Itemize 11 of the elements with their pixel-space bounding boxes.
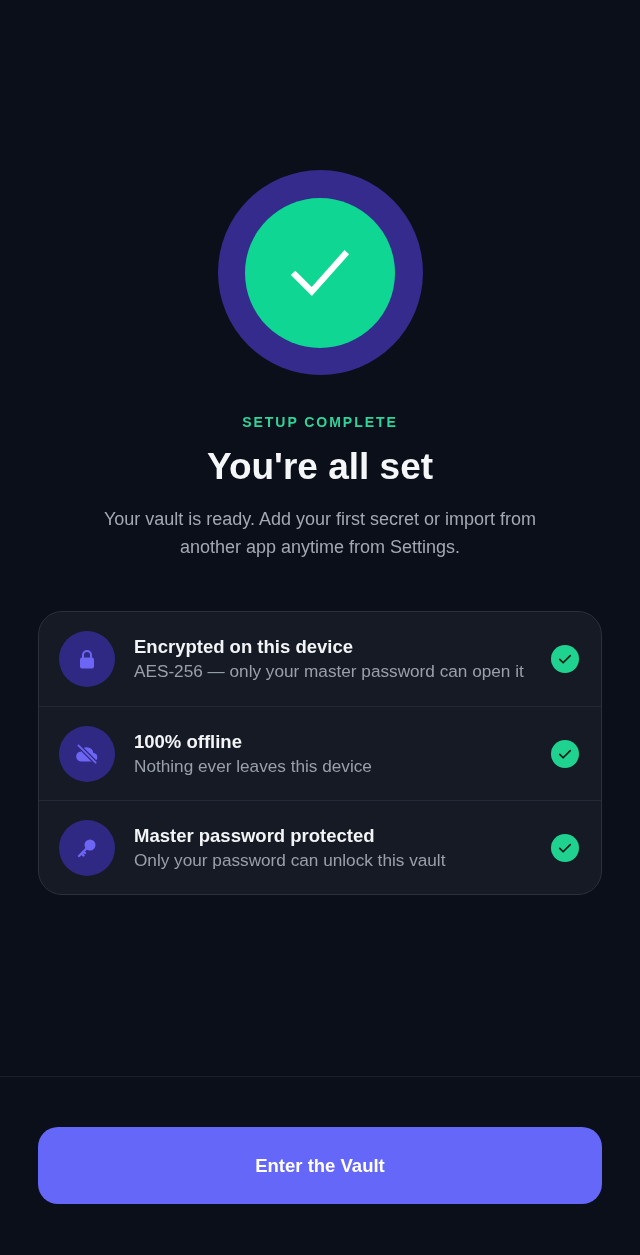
enter-vault-button[interactable]: Enter the Vault <box>38 1127 602 1204</box>
feature-description: Nothing ever leaves this device <box>134 754 373 778</box>
status-label: SETUP COMPLETE <box>242 413 398 432</box>
page-title: You're all set <box>206 445 434 489</box>
lock-icon <box>59 631 115 687</box>
feature-title: Encrypted on this device <box>134 635 354 659</box>
page-subtitle: Your vault is ready. Add your first secret or import from another app anytime from Settings. <box>102 508 538 559</box>
feature-description: Only your password can unlock this vault <box>134 848 447 872</box>
feature-title: Master password protected <box>134 823 376 848</box>
feature-title: 100% offline <box>134 729 243 754</box>
feature-description: AES-256 — only your master password can open it <box>134 660 525 683</box>
